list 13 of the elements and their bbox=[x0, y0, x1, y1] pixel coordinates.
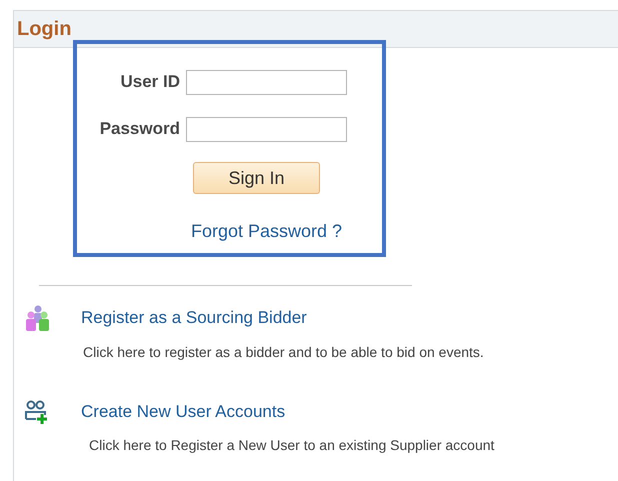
field-label: Password bbox=[98, 118, 181, 140]
link[interactable]: Register as a Sourcing Bidder bbox=[81, 305, 307, 331]
sign-in-button[interactable]: Sign In bbox=[193, 162, 320, 194]
people-icon bbox=[24, 304, 52, 332]
panel-title: Login bbox=[17, 17, 72, 42]
link-description: Click here to Register a New User to an existing Supplier account bbox=[89, 436, 496, 455]
forgot-password-link[interactable]: Forgot Password ? bbox=[191, 218, 342, 245]
input-field[interactable] bbox=[186, 116, 347, 142]
add-users-icon bbox=[24, 399, 50, 425]
link[interactable]: Create New User Accounts bbox=[81, 399, 286, 425]
input-field[interactable] bbox=[186, 70, 347, 94]
link-description: Click here to register as a bidder and to be able to bid on events. bbox=[83, 343, 485, 362]
field-label: User ID bbox=[119, 71, 181, 94]
